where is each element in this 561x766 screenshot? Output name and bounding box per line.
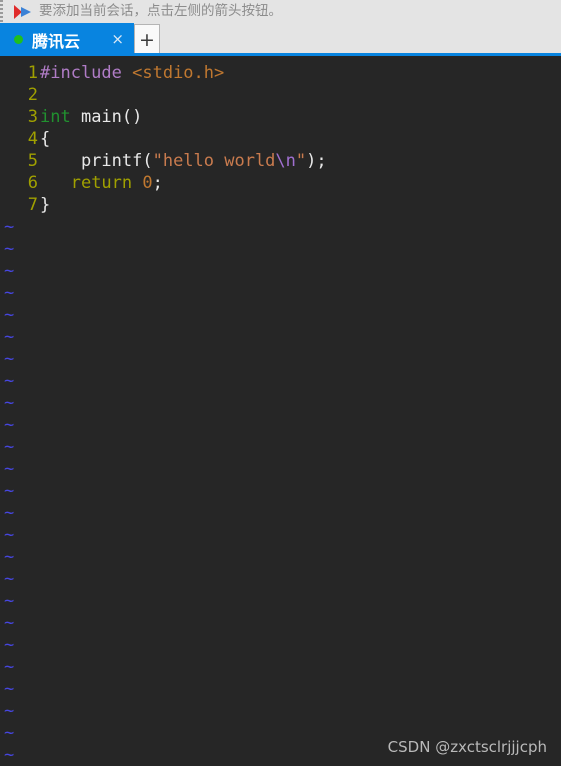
tilde-marker: ~ bbox=[4, 393, 15, 413]
empty-line-row: ~ bbox=[0, 282, 561, 304]
tab-status-dot-icon bbox=[14, 35, 23, 44]
tilde-marker: ~ bbox=[4, 657, 15, 677]
line-number: 4 bbox=[27, 129, 38, 149]
empty-line-row: ~ bbox=[0, 568, 561, 590]
code-line: 4{ bbox=[0, 128, 561, 150]
empty-line-row: ~ bbox=[0, 348, 561, 370]
watermark-label: CSDN @zxctsclrjjjcph bbox=[387, 738, 547, 756]
notification-banner: 要添加当前会话，点击左侧的箭头按钮。 bbox=[0, 0, 561, 23]
terminal-vim-window[interactable]: 1 #include <stdio.h> 2 3 int main() 4{5 print… bbox=[0, 56, 561, 766]
line-content: printf("hello world\n"); bbox=[40, 150, 561, 172]
tilde-marker: ~ bbox=[4, 349, 15, 369]
tilde-marker: ~ bbox=[4, 745, 15, 765]
tilde-marker: ~ bbox=[4, 613, 15, 633]
add-tab-button[interactable]: + bbox=[134, 24, 160, 55]
tilde-marker: ~ bbox=[4, 327, 15, 347]
empty-line-row: ~ bbox=[0, 678, 561, 700]
empty-line-row: ~ bbox=[0, 480, 561, 502]
empty-line-row: ~ bbox=[0, 502, 561, 524]
tab-bar: 腾讯云 × + bbox=[0, 23, 561, 56]
tab-label: 腾讯云 bbox=[32, 31, 81, 51]
tilde-marker: ~ bbox=[4, 635, 15, 655]
tilde-marker: ~ bbox=[4, 437, 15, 457]
line-number: 5 bbox=[27, 151, 38, 171]
code-line: 6 return 0; bbox=[0, 172, 561, 194]
code-line: 2 bbox=[0, 84, 561, 106]
line-number: 6 bbox=[27, 173, 38, 193]
code-token: ; bbox=[152, 173, 163, 193]
empty-line-row: ~ bbox=[0, 634, 561, 656]
code-line: 5 printf("hello world\n"); bbox=[0, 150, 561, 172]
empty-line-row: ~ bbox=[0, 700, 561, 722]
code-lines-container: 1 #include <stdio.h> 2 3 int main() 4{5 print… bbox=[0, 62, 561, 766]
empty-line-row: ~ bbox=[0, 436, 561, 458]
empty-line-row: ~ bbox=[0, 260, 561, 282]
line-content: { bbox=[40, 128, 561, 150]
tilde-marker: ~ bbox=[4, 459, 15, 479]
tilde-marker: ~ bbox=[4, 305, 15, 325]
tab-tencent-cloud[interactable]: 腾讯云 × bbox=[0, 23, 134, 56]
code-token: #include bbox=[40, 63, 133, 83]
code-token: printf( bbox=[40, 151, 153, 171]
line-number: 1 bbox=[27, 63, 38, 83]
code-token: main() bbox=[70, 107, 143, 127]
code-token: 0 bbox=[142, 173, 153, 193]
tilde-marker: ~ bbox=[4, 261, 15, 281]
line-content: int main() bbox=[40, 106, 561, 128]
empty-line-row: ~ bbox=[0, 546, 561, 568]
code-token: <stdio.h> bbox=[132, 63, 225, 83]
line-content: } bbox=[40, 194, 561, 216]
empty-line-row: ~ bbox=[0, 612, 561, 634]
line-content: return 0; bbox=[40, 172, 561, 194]
close-icon[interactable]: × bbox=[111, 32, 124, 47]
code-token: int bbox=[40, 107, 71, 127]
empty-line-row: ~ bbox=[0, 392, 561, 414]
tilde-marker: ~ bbox=[4, 569, 15, 589]
empty-line-row: ~ bbox=[0, 304, 561, 326]
tilde-marker: ~ bbox=[4, 525, 15, 545]
red-blue-arrow-icon bbox=[12, 4, 34, 20]
tilde-marker: ~ bbox=[4, 217, 15, 237]
empty-line-row: ~ bbox=[0, 216, 561, 238]
code-token: \n bbox=[275, 151, 296, 171]
empty-line-row: ~ bbox=[0, 370, 561, 392]
line-number: 7 bbox=[27, 195, 38, 215]
tilde-marker: ~ bbox=[4, 723, 15, 743]
tilde-marker: ~ bbox=[4, 415, 15, 435]
empty-line-row: ~ bbox=[0, 414, 561, 436]
code-token: } bbox=[40, 195, 51, 215]
code-token: { bbox=[40, 129, 51, 149]
tilde-marker: ~ bbox=[4, 371, 15, 391]
empty-line-row: ~ bbox=[0, 656, 561, 678]
empty-line-row: ~ bbox=[0, 326, 561, 348]
line-content bbox=[40, 84, 561, 106]
line-number: 2 bbox=[27, 85, 38, 105]
tilde-marker: ~ bbox=[4, 503, 15, 523]
code-line: 7} bbox=[0, 194, 561, 216]
tilde-marker: ~ bbox=[4, 547, 15, 567]
line-content: #include <stdio.h> bbox=[40, 62, 561, 84]
tab-bar-empty-space bbox=[160, 23, 561, 56]
empty-line-row: ~ bbox=[0, 524, 561, 546]
code-line: 3 int main() bbox=[0, 106, 561, 128]
tilde-marker: ~ bbox=[4, 481, 15, 501]
empty-line-row: ~ bbox=[0, 238, 561, 260]
tilde-marker: ~ bbox=[4, 701, 15, 721]
tilde-marker: ~ bbox=[4, 283, 15, 303]
empty-line-row: ~ bbox=[0, 590, 561, 612]
code-token: "hello world bbox=[152, 151, 276, 171]
banner-dashed-edge bbox=[0, 0, 3, 23]
tilde-marker: ~ bbox=[4, 591, 15, 611]
banner-text: 要添加当前会话，点击左侧的箭头按钮。 bbox=[39, 3, 282, 19]
code-token: ); bbox=[306, 151, 327, 171]
code-token: return bbox=[70, 173, 133, 193]
code-token: " bbox=[295, 151, 307, 171]
empty-line-row: ~ bbox=[0, 458, 561, 480]
code-line: 1 #include <stdio.h> bbox=[0, 62, 561, 84]
line-number: 3 bbox=[27, 107, 38, 127]
tilde-marker: ~ bbox=[4, 679, 15, 699]
tilde-marker: ~ bbox=[4, 239, 15, 259]
